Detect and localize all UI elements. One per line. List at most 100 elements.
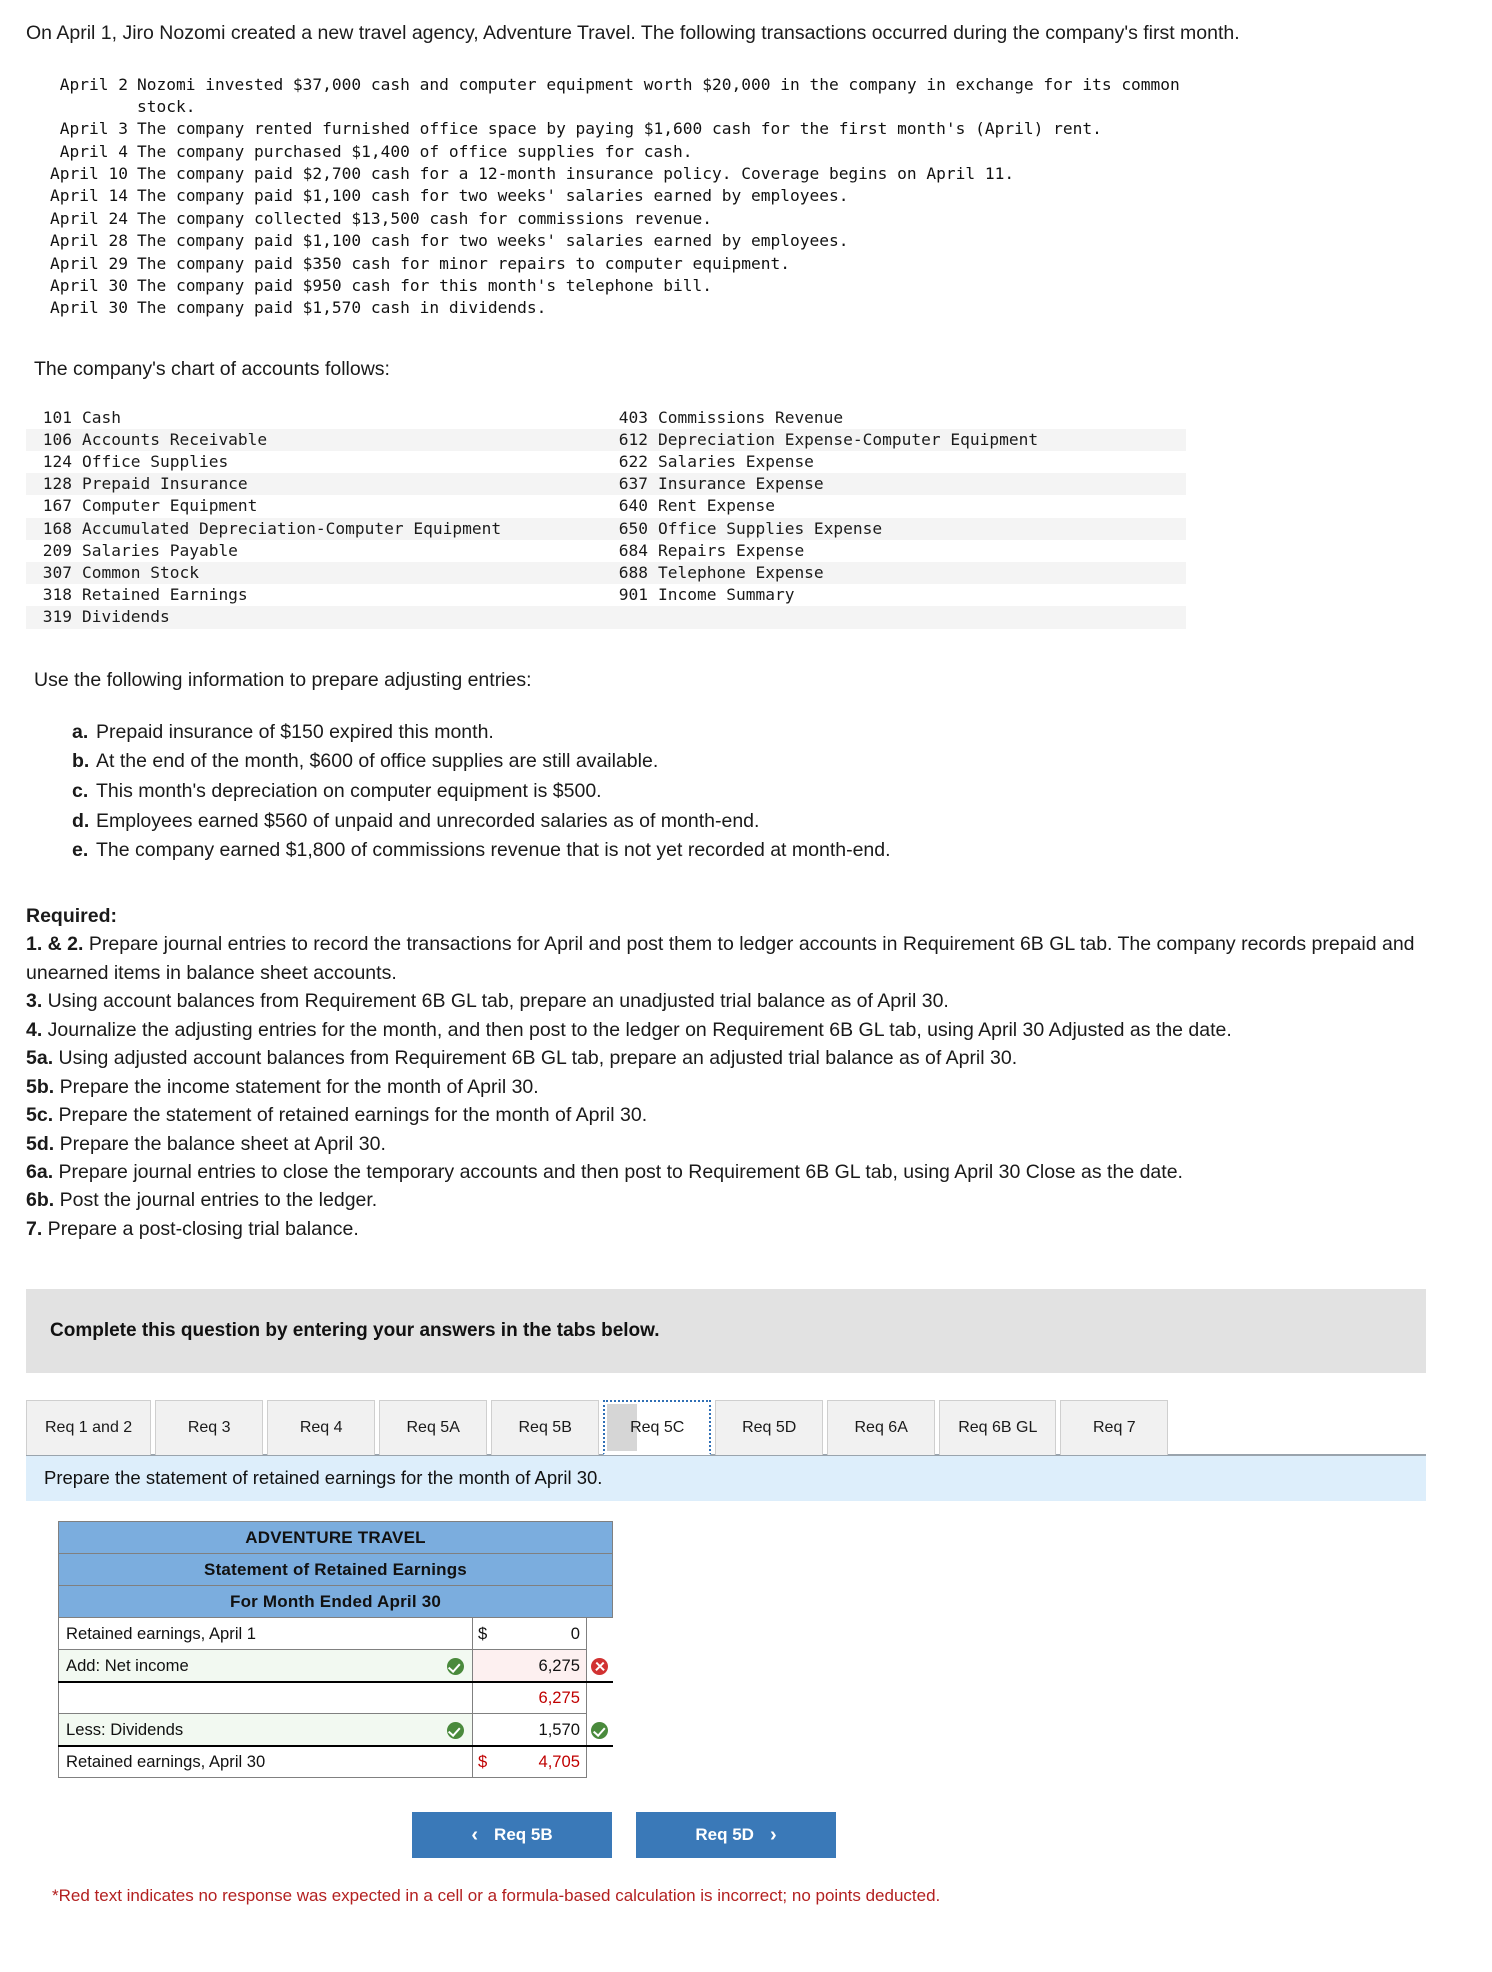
next-requirement-button[interactable]: Req 5D ›: [636, 1812, 836, 1859]
tab-req-5c[interactable]: Req 5C: [603, 1400, 712, 1456]
account-number: 168: [42, 518, 72, 538]
tab-req-1-and-2[interactable]: Req 1 and 2: [26, 1400, 152, 1456]
transaction-date: April 29: [50, 253, 128, 273]
account-name: Retained Earnings: [82, 585, 248, 605]
tab-label: Req 6B GL: [958, 1419, 1038, 1437]
tab-req-5a[interactable]: Req 5A: [379, 1400, 488, 1456]
chart-of-accounts-row: 318 Retained Earnings 901 Income Summary: [26, 584, 1186, 606]
statement-amount-cell[interactable]: 6,275: [494, 1680, 587, 1715]
account-name: Cash: [82, 407, 121, 427]
red-text-footnote: *Red text indicates no response was expe…: [52, 1886, 941, 1906]
required-line-text: Prepare journal entries to record the tr…: [26, 933, 1415, 984]
question-page: On April 1, Jiro Nozomi created a new tr…: [0, 0, 1492, 1906]
statement-row: Retained earnings, April 1 $0: [58, 1617, 613, 1651]
transaction-row: April 2 Nozomi invested $37,000 cash and …: [36, 74, 1466, 96]
transaction-date: April 24: [50, 208, 128, 228]
statement-row-label[interactable]: Less: Dividends: [58, 1713, 439, 1747]
adjusting-entry-item: a. Prepaid insurance of $150 expired this…: [72, 718, 1466, 748]
tab-req-5d[interactable]: Req 5D: [715, 1400, 824, 1456]
required-line: 6b. Post the journal entries to the ledg…: [26, 1186, 1446, 1214]
account-number: 622: [618, 452, 648, 472]
check-circle-icon: [591, 1721, 609, 1739]
tab-req-4[interactable]: Req 4: [267, 1400, 376, 1456]
account-name: Income Summary: [658, 585, 795, 605]
account-name: [658, 606, 1186, 628]
required-line-number: 6b.: [26, 1189, 55, 1212]
account-name: Insurance Expense: [658, 474, 824, 494]
tab-label: Req 3: [187, 1419, 231, 1437]
statement-row-label[interactable]: Add: Net income: [58, 1649, 439, 1683]
chart-of-accounts-lead: The company's chart of accounts follows:: [34, 357, 390, 380]
transaction-description: The company paid $1,100 cash for two wee…: [137, 231, 849, 251]
account-name: Depreciation Expense-Computer Equipment: [658, 429, 1039, 449]
statement-currency-symbol: $: [472, 1617, 495, 1651]
account-name: Prepaid Insurance: [82, 474, 248, 494]
statement-row-status-icon: [438, 1713, 473, 1747]
statement-row-status-icon: [438, 1744, 473, 1779]
chart-of-accounts-row: 106 Accounts Receivable 612 Depreciation Ex…: [26, 428, 1186, 452]
chart-of-accounts-table: 101 Cash 403 Commissions Revenue 106 Accounts…: [26, 407, 1186, 629]
transaction-row: April 10 The company paid $2,700 cash for…: [36, 163, 1466, 185]
statement-currency-symbol: [472, 1649, 495, 1683]
transaction-date: April 30: [50, 275, 128, 295]
transaction-description: The company paid $950 cash for this mont…: [137, 275, 712, 295]
chart-of-accounts-row: 307 Common Stock 688 Telephone Expense: [26, 562, 1186, 585]
transaction-description: The company paid $1,100 cash for two wee…: [137, 186, 849, 206]
adjusting-entries-list: a. Prepaid insurance of $150 expired this…: [26, 718, 1466, 866]
tab-req-5b[interactable]: Req 5B: [491, 1400, 600, 1456]
tab-req-3[interactable]: Req 3: [155, 1400, 264, 1456]
transaction-description: The company paid $1,570 cash in dividend…: [137, 298, 547, 318]
tab-req-6b-gl[interactable]: Req 6B GL: [939, 1400, 1057, 1456]
required-line: 7. Prepare a post-closing trial balance.: [26, 1215, 1446, 1243]
account-number: 688: [618, 563, 648, 583]
requirement-tabs: Req 1 and 2 Req 3 Req 4 Req 5A Req 5B Req 5C R…: [26, 1399, 1426, 1457]
transaction-row: April 30 The company paid $950 cash for t…: [36, 275, 1466, 297]
account-number: 307: [42, 563, 72, 583]
statement-amount-cell[interactable]: 6,275: [494, 1649, 587, 1683]
adjusting-entry-text: Employees earned $560 of unpaid and unre…: [96, 809, 760, 832]
adjusting-entry-item: e. The company earned $1,800 of commissio…: [72, 836, 1466, 866]
transaction-date: April 28: [50, 231, 128, 251]
statement-row-label[interactable]: Retained earnings, April 30: [58, 1744, 439, 1779]
statement-amount-cell[interactable]: 1,570: [494, 1713, 587, 1747]
statement-row-label[interactable]: Retained earnings, April 1: [58, 1617, 439, 1651]
adjusting-entry-label: b.: [72, 750, 90, 773]
statement-row-label[interactable]: [58, 1680, 439, 1715]
adjusting-entry-label: e.: [72, 839, 89, 862]
adjusting-entry-item: c. This month's depreciation on computer …: [72, 777, 1466, 807]
account-number: 650: [618, 518, 648, 538]
required-line-number: 5a.: [26, 1047, 54, 1070]
tab-label: Req 1 and 2: [45, 1419, 133, 1437]
chart-of-accounts-row: 319 Dividends: [26, 606, 1186, 629]
account-number: 106: [42, 429, 72, 449]
transaction-description: The company paid $2,700 cash for a 12-mo…: [137, 164, 1015, 184]
required-line-text: Post the journal entries to the ledger.: [54, 1189, 378, 1212]
adjusting-entry-text: At the end of the month, $600 of office …: [96, 750, 659, 773]
account-name: Commissions Revenue: [658, 407, 844, 427]
next-requirement-label: Req 5D: [695, 1825, 754, 1845]
required-line-number: 5d.: [26, 1132, 55, 1155]
transaction-row: April 3 The company rented furnished offi…: [36, 118, 1466, 140]
required-line-text: Prepare the statement of retained earnin…: [53, 1104, 648, 1127]
tab-req-7[interactable]: Req 7: [1060, 1400, 1169, 1456]
tab-req-6a[interactable]: Req 6A: [827, 1400, 936, 1456]
statement-amount-cell[interactable]: 0: [494, 1617, 587, 1651]
adjusting-entry-text: This month's depreciation on computer eq…: [96, 779, 602, 802]
transaction-row: April 29 The company paid $350 cash for m…: [36, 253, 1466, 275]
statement-period: For Month Ended April 30: [58, 1585, 613, 1619]
statement-amount-cell[interactable]: 4,705: [494, 1744, 587, 1779]
account-name: Salaries Expense: [658, 452, 814, 472]
account-name: Dividends: [82, 607, 170, 627]
statement-of-retained-earnings-table: ADVENTURE TRAVEL Statement of Retained E…: [58, 1521, 613, 1779]
adjusting-entry-text: Prepaid insurance of $150 expired this m…: [96, 720, 494, 743]
chart-of-accounts-row: 124 Office Supplies 622 Salaries Expense: [26, 451, 1186, 473]
transaction-date: April 2: [59, 74, 128, 94]
transaction-row: April 30 The company paid $1,570 cash in …: [36, 297, 1466, 319]
adjusting-entry-label: c.: [72, 779, 89, 802]
adjusting-entries-lead: Use the following information to prepare…: [34, 668, 532, 691]
prev-requirement-button[interactable]: ‹ Req 5B: [412, 1812, 612, 1859]
account-name: Common Stock: [82, 563, 199, 583]
required-line-number: 5b.: [26, 1075, 55, 1098]
account-number: 612: [618, 429, 648, 449]
account-name: Telephone Expense: [658, 563, 824, 583]
